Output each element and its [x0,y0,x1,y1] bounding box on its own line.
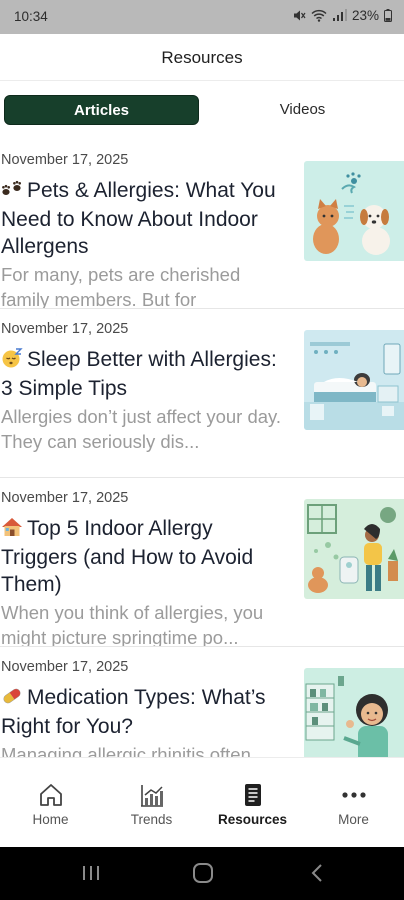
status-time: 10:34 [14,9,48,24]
back-icon[interactable] [308,863,328,883]
nav-resources[interactable]: Resources [202,758,303,848]
nav-home[interactable]: Home [0,758,101,848]
status-bar: 10:34 23% [0,0,404,34]
nav-label: Home [32,812,69,827]
article-date: November 17, 2025 [1,659,129,675]
article-card-pets[interactable]: November 17, 2025 Pets & Allergies: What… [0,140,404,309]
pill-icon [1,686,23,713]
article-excerpt: Managing allergic rhinitis often [1,744,251,757]
article-date: November 17, 2025 [1,152,129,168]
article-thumbnail[interactable] [304,499,404,599]
nav-label: Resources [217,812,288,827]
sleeping-face-icon [1,348,23,375]
article-card-triggers[interactable]: November 17, 2025 Top 5 Indoor Allergy T… [0,478,404,647]
paw-prints-icon [1,179,23,206]
bedroom-illustration [304,330,404,430]
nav-more[interactable]: More [303,758,404,848]
article-title-text: Top 5 Indoor Allergy Triggers (and How t… [1,517,254,596]
wifi-icon [311,9,327,22]
article-title: Medication Types: What’s Right for You? [1,684,283,740]
article-excerpt: Allergies don’t just affect your day. Th… [1,406,282,452]
recent-apps-icon[interactable] [80,863,102,883]
article-title: Top 5 Indoor Allergy Triggers (and How t… [1,515,283,598]
article-thumbnail[interactable] [304,161,404,261]
article-thumbnail[interactable] [304,330,404,430]
page-title: Resources [161,48,243,67]
nav-label: More [338,812,369,827]
bottom-nav: Home Trends Resources More [0,757,404,848]
tab-articles[interactable]: Articles [4,95,199,125]
article-title-text: Pets & Allergies: What You Need to Know … [1,179,276,258]
system-nav-bar [0,847,404,900]
indoor-woman-illustration [304,499,404,599]
app-header: Resources [0,34,404,81]
pharmacy-illustration [304,668,404,757]
nav-trends[interactable]: Trends [101,758,202,848]
home-button-icon[interactable] [192,863,214,883]
article-title: Sleep Better with Allergies: 3 Simple Ti… [1,346,283,402]
more-dots-icon [342,792,366,798]
article-card-medication[interactable]: November 17, 2025 Medication Types: What… [0,647,404,757]
home-icon [40,784,62,806]
article-title-text: Sleep Better with Allergies: 3 Simple Ti… [1,348,277,400]
status-icons: 23% [293,8,392,23]
article-date: November 17, 2025 [1,321,129,337]
nav-label: Trends [130,812,173,827]
article-title-text: Medication Types: What’s Right for You? [1,686,266,738]
article-thumbnail[interactable] [304,668,404,757]
mute-icon [293,10,306,21]
article-card-sleep[interactable]: November 17, 2025 Sleep Better with Alle… [0,309,404,478]
tab-videos[interactable]: Videos [205,95,400,125]
signal-icon [332,9,347,21]
pets-illustration [304,161,404,261]
resources-document-icon [245,784,261,806]
article-title: Pets & Allergies: What You Need to Know … [1,177,283,260]
article-excerpt: For many, pets are cherished family memb… [1,264,241,309]
battery-percent: 23% [351,8,379,23]
house-icon [1,517,23,544]
article-excerpt: When you think of allergies, you might p… [1,602,264,647]
article-date: November 17, 2025 [1,490,129,506]
trends-chart-icon [141,785,163,807]
battery-icon [384,9,392,22]
article-list: November 17, 2025 Pets & Allergies: What… [0,140,404,757]
resource-tabs: Articles Videos [0,80,404,140]
